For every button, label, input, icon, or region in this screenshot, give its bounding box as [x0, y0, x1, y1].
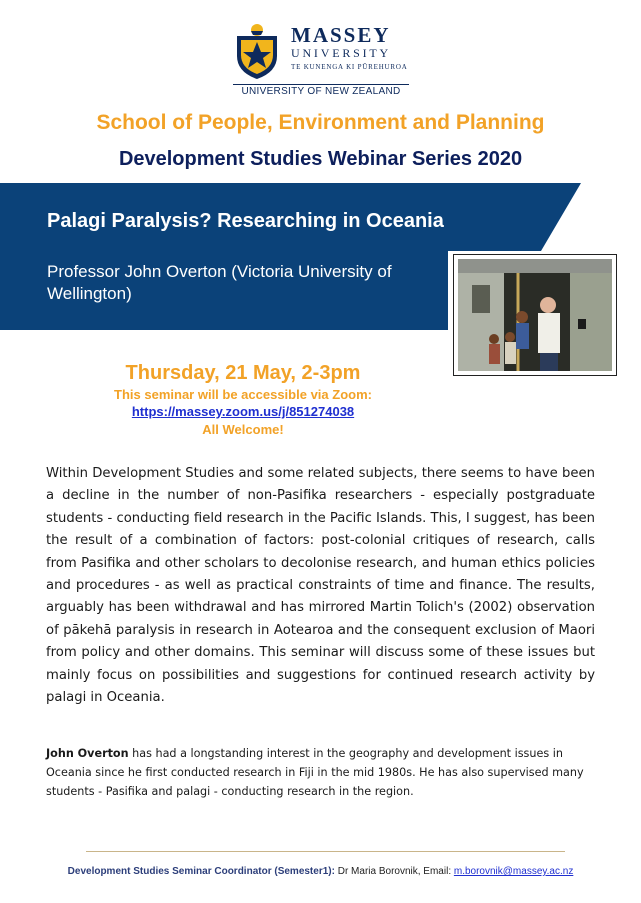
footer-contact: Development Studies Seminar Coordinator …	[0, 866, 641, 877]
speaker-photo-image	[458, 259, 612, 371]
welcome-note: All Welcome!	[202, 422, 284, 437]
seminar-title: Palagi Paralysis? Researching in Oceania	[47, 210, 444, 232]
massey-crest-icon	[237, 24, 277, 79]
logo-subname: UNIVERSITY	[291, 46, 391, 60]
bio-name: John Overton	[46, 747, 129, 760]
zoom-note: This seminar will be accessible via Zoom…	[114, 387, 372, 402]
massey-logo: MASSEY UNIVERSITY TE KUNENGA KI PŪREHURO…	[233, 22, 409, 97]
event-date: Thursday, 21 May, 2-3pm	[125, 362, 361, 384]
speaker-bio: John Overton has had a longstanding inte…	[46, 745, 595, 801]
logo-maori: TE KUNENGA KI PŪREHUROA	[291, 63, 408, 71]
coordinator-contact: Dr Maria Borovnik, Email:	[334, 866, 454, 877]
coordinator-email[interactable]: m.borovnik@massey.ac.nz	[454, 866, 573, 877]
school-heading: School of People, Environment and Planni…	[96, 111, 545, 134]
series-heading: Development Studies Webinar Series 2020	[118, 148, 523, 170]
speaker-name: Professor John Overton (Victoria Univers…	[47, 262, 392, 303]
logo-name: MASSEY	[291, 23, 391, 47]
logo-country: UNIVERSITY OF NEW ZEALAND	[241, 86, 401, 97]
zoom-link[interactable]: https://massey.zoom.us/j/851274038	[0, 403, 486, 421]
speaker-photo	[453, 254, 617, 376]
footer-divider	[86, 851, 565, 852]
event-details: Thursday, 21 May, 2-3pm This seminar wil…	[0, 360, 486, 438]
seminar-abstract: Within Development Studies and some rela…	[46, 466, 595, 706]
coordinator-role: Development Studies Seminar Coordinator …	[67, 866, 335, 877]
logo-divider	[233, 84, 409, 85]
